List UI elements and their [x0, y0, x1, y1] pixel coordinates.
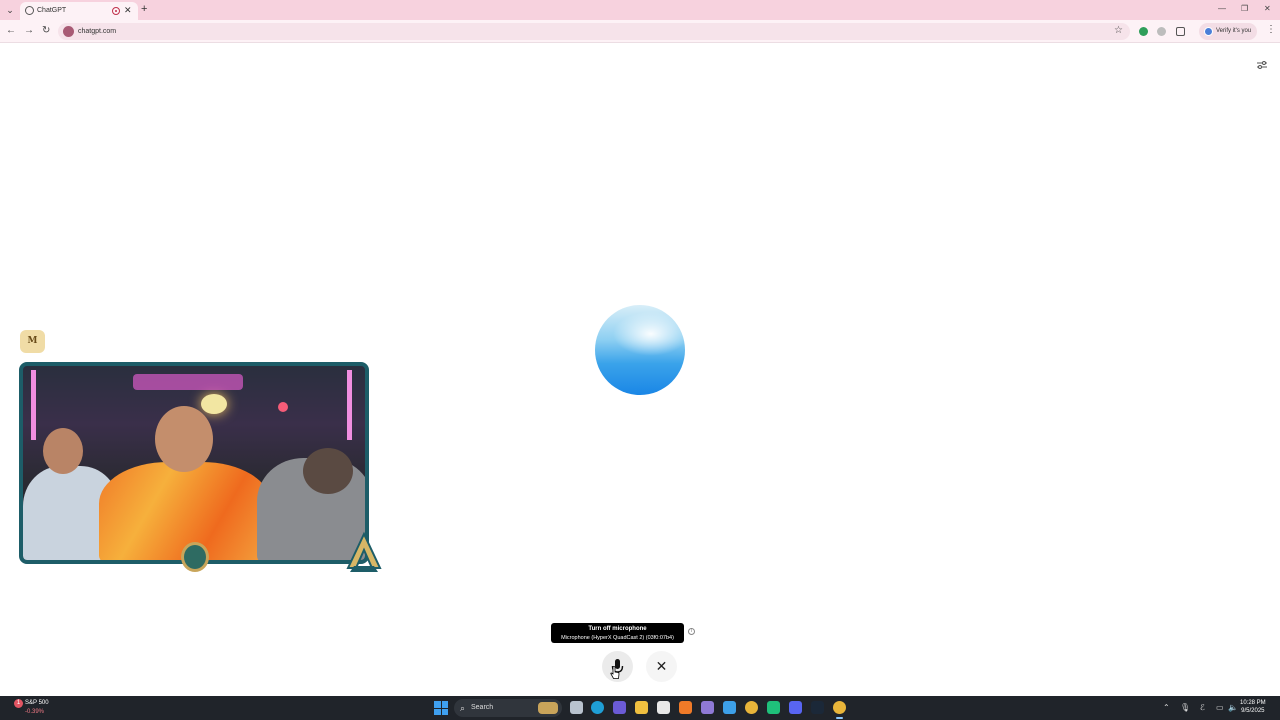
tooltip-title: Turn off microphone	[588, 626, 647, 632]
openai-favicon-icon	[25, 6, 34, 15]
stock-widget-change[interactable]: -0.39%	[25, 708, 44, 716]
browser-menu-icon[interactable]: ⋮	[1266, 24, 1276, 36]
hand-pointer-cursor-icon	[610, 666, 620, 679]
search-highlight-image	[538, 702, 558, 714]
webcam-crest-emblem	[181, 542, 209, 572]
stock-alert-badge[interactable]: 1	[14, 699, 23, 708]
new-tab-button[interactable]: +	[141, 3, 147, 15]
back-arrow-icon[interactable]: ←	[6, 25, 16, 37]
voice-settings-sliders-icon[interactable]	[1256, 59, 1268, 71]
chrome-icon[interactable]	[745, 701, 758, 714]
forward-arrow-icon[interactable]: →	[24, 25, 34, 37]
neon-light-left	[31, 370, 36, 440]
url-text[interactable]: chatgpt.com	[78, 26, 116, 37]
verify-profile-chip[interactable]: Verify it's you	[1199, 23, 1257, 40]
copilot-icon[interactable]	[613, 701, 626, 714]
verify-label: Verify it's you	[1216, 28, 1252, 34]
extension-green-icon[interactable]	[1139, 27, 1148, 36]
browser-tab-strip: ⌄ ChatGPT ✕ + — ❐ ✕	[0, 0, 1280, 20]
clock-date: 9/5/2025	[1241, 708, 1265, 714]
taskbar-clock[interactable]: 10:28 PM 9/5/2025	[1240, 699, 1266, 715]
minimize-button[interactable]: —	[1218, 4, 1226, 14]
windows-taskbar: 1 S&P 500 -0.39% ⌕ Search ⌃ 🎙 ℰ ▭ 🔈 10:2…	[0, 696, 1280, 720]
recording-indicator-icon	[112, 7, 120, 15]
webcam-overlay	[19, 362, 369, 564]
reload-icon[interactable]: ↻	[42, 25, 50, 37]
chrome-active-icon[interactable]	[833, 701, 846, 719]
discord-icon[interactable]	[789, 701, 802, 714]
tray-network-icon[interactable]: ▭	[1216, 702, 1224, 714]
notepad-icon[interactable]	[723, 701, 736, 714]
microsoft-store-icon[interactable]	[657, 701, 670, 714]
file-explorer-icon[interactable]	[635, 701, 648, 714]
background-led	[278, 402, 288, 412]
search-icon: ⌕	[460, 703, 466, 713]
restore-button[interactable]: ❐	[1241, 4, 1248, 14]
bookmark-star-icon[interactable]: ☆	[1114, 25, 1123, 37]
taskbar-search-placeholder: Search	[471, 704, 494, 711]
app-orange-icon[interactable]	[679, 701, 692, 714]
tray-microphone-icon[interactable]: 🎙	[1180, 702, 1190, 714]
app-green-icon[interactable]	[767, 701, 780, 714]
info-icon[interactable]: i	[688, 628, 695, 635]
mic-tooltip: Turn off microphone Microphone (HyperX Q…	[551, 623, 684, 643]
address-bar[interactable]: chatgpt.com ☆	[58, 23, 1130, 40]
clock-time: 10:28 PM	[1240, 700, 1266, 706]
person-left-head	[43, 428, 83, 474]
end-voice-close-button[interactable]: ✕	[646, 651, 677, 682]
tab-title: ChatGPT	[37, 7, 67, 14]
voice-mode-orb	[595, 305, 685, 395]
extension-gray-icon[interactable]	[1157, 27, 1166, 36]
edge-browser-icon[interactable]	[591, 701, 604, 714]
windows-start-icon[interactable]	[434, 701, 448, 715]
tray-language-icon[interactable]: ℰ	[1200, 702, 1205, 714]
taskbar-search-box[interactable]: ⌕ Search	[454, 699, 562, 717]
extensions-puzzle-icon[interactable]	[1176, 27, 1185, 36]
tab-close-button[interactable]: ✕	[124, 4, 132, 16]
profile-avatar-icon	[1204, 27, 1213, 36]
app-purple-icon[interactable]	[701, 701, 714, 714]
browser-toolbar: ← → ↻ chatgpt.com ☆ Verify it's you ⋮	[0, 20, 1280, 43]
tray-overflow-chevron-icon[interactable]: ⌃	[1163, 702, 1170, 714]
tab-chatgpt[interactable]: ChatGPT ✕	[20, 2, 138, 20]
background-panel-glow	[133, 374, 243, 390]
background-lamp	[201, 394, 227, 414]
webcam-corner-logo	[346, 531, 382, 572]
task-view-icon[interactable]	[570, 701, 583, 714]
person-right-head	[303, 448, 353, 494]
streamer-badge-logo: M	[20, 330, 45, 353]
window-close-button[interactable]: ✕	[1264, 4, 1271, 14]
site-info-icon[interactable]	[63, 26, 74, 37]
steam-icon[interactable]	[811, 701, 824, 714]
tab-search-chevron-down-icon[interactable]: ⌄	[4, 4, 16, 16]
tooltip-device: Microphone (HyperX QuadCast 2) (03f0:07b…	[561, 635, 674, 641]
neon-light-right	[347, 370, 352, 440]
person-center-head	[155, 406, 213, 472]
stock-widget-name[interactable]: S&P 500	[25, 699, 49, 707]
tray-volume-icon[interactable]: 🔈	[1228, 702, 1238, 714]
